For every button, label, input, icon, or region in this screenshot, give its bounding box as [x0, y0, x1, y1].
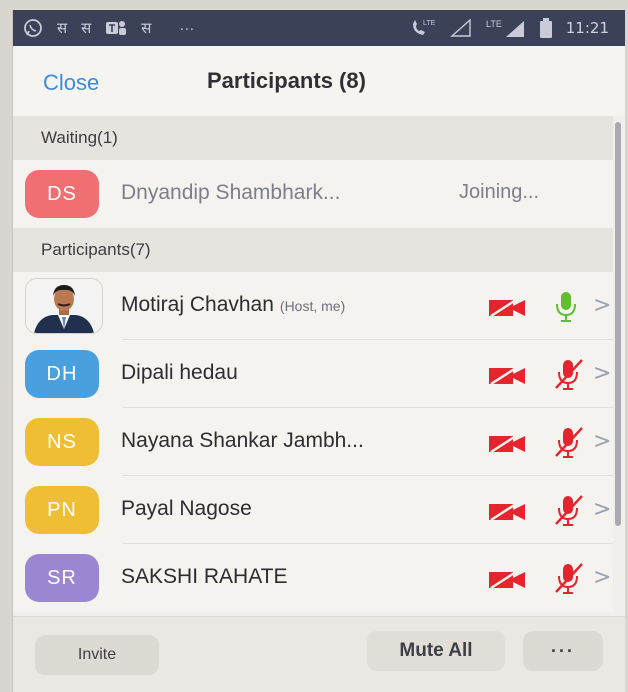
chevron-right-icon[interactable]: > — [593, 497, 611, 522]
participant-row[interactable]: PN Payal Nagose > — [13, 476, 613, 544]
participant-name: Payal Nagose — [121, 497, 252, 520]
video-off-icon[interactable] — [487, 296, 527, 318]
avatar: DH — [25, 350, 99, 398]
chevron-right-icon[interactable]: > — [593, 361, 611, 386]
lte-signal-icon — [449, 19, 471, 37]
clock: 11:21 — [565, 19, 609, 37]
participant-name: Nayana Shankar Jambh... — [121, 429, 364, 452]
whatsapp-icon — [24, 19, 42, 37]
footer-toolbar: Invite Mute All ··· — [13, 616, 625, 692]
mic-muted-icon[interactable] — [553, 424, 585, 460]
waiting-row[interactable]: DS Dnyandip Shambhark... Joining... — [13, 160, 613, 228]
participant-row[interactable]: DH Dipali hedau > — [13, 340, 613, 408]
scrollbar[interactable] — [615, 122, 621, 526]
participant-row[interactable]: NS Nayana Shankar Jambh... > — [13, 408, 613, 476]
mic-muted-icon[interactable] — [553, 356, 585, 392]
video-off-icon[interactable] — [487, 500, 527, 522]
chevron-right-icon[interactable]: > — [593, 293, 611, 318]
svg-text:LTE: LTE — [486, 19, 502, 29]
participant-name: Motiraj Chavhan (Host, me) — [121, 293, 346, 316]
host-tag: (Host, me) — [279, 298, 346, 314]
hindi-s-icon: स — [141, 20, 152, 37]
joining-status: Joining... — [459, 181, 540, 203]
battery-icon — [539, 18, 552, 38]
microphone-icon[interactable] — [553, 288, 579, 324]
mic-muted-icon[interactable] — [553, 492, 585, 528]
avatar: DS — [25, 170, 99, 218]
close-button[interactable]: Close — [43, 70, 99, 96]
section-label: Waiting(1) — [41, 128, 118, 147]
avatar-photo — [25, 278, 103, 334]
participant-name: SAKSHI RAHATE — [121, 565, 288, 588]
participants-screen: स स स ··· LTE LTE 11:21 Close Participan… — [12, 10, 625, 692]
chevron-right-icon[interactable]: > — [593, 429, 611, 454]
video-off-icon[interactable] — [487, 364, 527, 386]
svg-text:LTE: LTE — [423, 20, 436, 27]
more-options-button[interactable]: ··· — [523, 631, 603, 671]
hindi-s-icon: स — [57, 20, 68, 37]
avatar: NS — [25, 418, 99, 466]
avatar: SR — [25, 554, 99, 602]
section-header-waiting: Waiting(1) — [13, 116, 613, 160]
participant-row[interactable]: SR SAKSHI RAHATE > — [13, 544, 613, 612]
teams-icon — [106, 21, 127, 35]
participant-name: Dipali hedau — [121, 361, 238, 384]
overflow-icon: ··· — [179, 19, 195, 37]
chevron-right-icon[interactable]: > — [593, 565, 611, 590]
section-label: Participants(7) — [41, 240, 151, 259]
header: Close Participants (8) — [13, 46, 625, 116]
video-off-icon[interactable] — [487, 432, 527, 454]
section-header-participants: Participants(7) — [13, 228, 613, 272]
video-off-icon[interactable] — [487, 568, 527, 590]
status-bar: स स स ··· LTE LTE 11:21 — [13, 10, 625, 46]
mic-muted-icon[interactable] — [553, 560, 585, 596]
participant-row[interactable]: Motiraj Chavhan (Host, me) > — [13, 272, 613, 340]
avatar: PN — [25, 486, 99, 534]
lte-signal-icon: LTE — [486, 19, 524, 37]
invite-button[interactable]: Invite — [35, 635, 159, 675]
participant-name: Dnyandip Shambhark... — [121, 181, 341, 204]
volte-call-icon: LTE — [412, 20, 436, 35]
mute-all-button[interactable]: Mute All — [367, 631, 505, 671]
hindi-s-icon: स — [81, 20, 92, 37]
page-title: Participants (8) — [207, 68, 366, 93]
